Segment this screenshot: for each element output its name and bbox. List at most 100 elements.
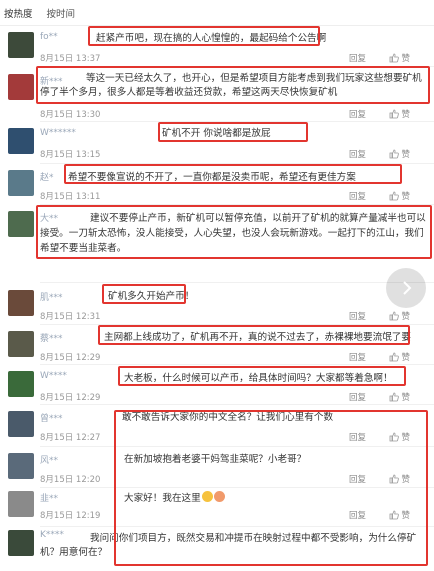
divider xyxy=(40,121,434,122)
divider xyxy=(40,526,434,527)
avatar[interactable] xyxy=(8,74,34,100)
avatar[interactable] xyxy=(8,453,34,479)
like-label: 赞 xyxy=(401,511,410,521)
comment-username[interactable]: 韭** xyxy=(40,491,58,504)
comment-text: 敢不敢告诉大家你的中文全名？让我们心里有个数 xyxy=(122,412,334,423)
comment-meta: 8月15日 12:27 回复 赞 xyxy=(40,431,426,443)
reply-button[interactable]: 回复 xyxy=(349,52,366,64)
like-button[interactable]: 赞 xyxy=(389,108,410,120)
divider xyxy=(40,66,434,67)
like-label: 赞 xyxy=(401,475,410,485)
comment-username[interactable]: 蔡*** xyxy=(40,331,63,344)
reply-button[interactable]: 回复 xyxy=(349,391,366,403)
comment-time: 8月15日 13:30 xyxy=(40,110,101,120)
comment-text: 主网都上线成功了，矿机再不开，真的说不过去了，赤裸裸地要流氓了要 xyxy=(104,332,411,343)
reply-button[interactable]: 回复 xyxy=(349,148,366,160)
comment-text: 大老板，什么时候可以产币，给具体时间吗？大家都等着急啊！ xyxy=(124,373,393,384)
thumbs-up-icon xyxy=(390,392,400,402)
like-button[interactable]: 赞 xyxy=(389,351,410,363)
comment-username[interactable]: 曾*** xyxy=(40,411,63,424)
comment-item: K**** 我问问你们项目方，既然交易和冲提币在映射过程中都不受影响，为什么停矿… xyxy=(0,528,434,568)
comment-meta: 8月15日 12:20 回复 赞 xyxy=(40,473,426,485)
thumbs-up-icon xyxy=(390,149,400,159)
comment-username[interactable]: fo** xyxy=(40,32,58,42)
thumbs-up-icon xyxy=(390,311,400,321)
comment-text: 建议不要停止产币，新矿机可以暂停充值，以前开了矿机的就算产量减半也可以接受。一刀… xyxy=(40,213,426,254)
divider xyxy=(40,364,434,365)
comment-time: 8月15日 12:19 xyxy=(40,511,101,521)
avatar[interactable] xyxy=(8,170,34,196)
comment-username[interactable]: W**** xyxy=(40,371,67,381)
comment-text: 在新加坡抱着老婆干妈驾韭菜呢？小老哥？ xyxy=(124,454,307,465)
avatar[interactable] xyxy=(8,411,34,437)
reply-button[interactable]: 回复 xyxy=(349,473,366,485)
tab-sort-time[interactable]: 按时间 xyxy=(47,6,76,20)
comment-time: 8月15日 12:29 xyxy=(40,393,101,403)
like-button[interactable]: 赞 xyxy=(389,473,410,485)
like-button[interactable]: 赞 xyxy=(389,509,410,521)
comment-meta: 8月15日 12:31 回复 赞 xyxy=(40,310,426,322)
comment-username[interactable]: W****** xyxy=(40,128,76,138)
divider xyxy=(40,487,434,488)
reply-button[interactable]: 回复 xyxy=(349,509,366,521)
comment-item: W**** 大老板，什么时候可以产币，给具体时间吗？大家都等着急啊！ 8月15日… xyxy=(0,367,434,403)
divider xyxy=(40,282,434,283)
like-button[interactable]: 赞 xyxy=(389,310,410,322)
reply-button[interactable]: 回复 xyxy=(349,190,366,202)
like-button[interactable]: 赞 xyxy=(389,431,410,443)
like-button[interactable]: 赞 xyxy=(389,148,410,160)
comment-username[interactable]: 肌*** xyxy=(40,290,63,303)
comment-time: 8月15日 13:15 xyxy=(40,150,101,160)
avatar[interactable] xyxy=(8,211,34,237)
avatar[interactable] xyxy=(8,371,34,397)
next-arrow-button[interactable] xyxy=(386,268,426,308)
comment-text: 赶紧产币吧，现在搞的人心惶惶的，最起码给个公告啊 xyxy=(96,33,327,44)
reply-button[interactable]: 回复 xyxy=(349,108,366,120)
comment-text: 矿机不开 你说啥都是放屁 xyxy=(162,128,271,139)
like-label: 赞 xyxy=(401,150,410,160)
like-label: 赞 xyxy=(401,192,410,202)
comment-item: W****** 矿机不开 你说啥都是放屁 8月15日 13:15 回复 赞 xyxy=(0,124,434,160)
comment-item: 风** 在新加坡抱着老婆干妈驾韭菜呢？小老哥？ 8月15日 12:20 回复 赞 xyxy=(0,449,434,485)
tab-sort-hot[interactable]: 按热度 xyxy=(4,6,33,20)
avatar[interactable] xyxy=(8,290,34,316)
comment-item: 韭** 大家好！我在这里 8月15日 12:19 回复 赞 xyxy=(0,489,434,523)
comment-time: 8月15日 12:27 xyxy=(40,433,101,443)
comment-time: 8月15日 13:37 xyxy=(40,54,101,64)
comment-text: 大家好！我在这里 xyxy=(124,491,426,506)
reply-button[interactable]: 回复 xyxy=(349,431,366,443)
like-button[interactable]: 赞 xyxy=(389,190,410,202)
comment-meta: 8月15日 13:15 回复 赞 xyxy=(40,148,426,160)
avatar[interactable] xyxy=(8,331,34,357)
comment-username[interactable]: 风** xyxy=(40,453,58,466)
comment-meta: 8月15日 12:19 回复 赞 xyxy=(40,509,426,521)
comment-item: fo** 赶紧产币吧，现在搞的人心惶惶的，最起码给个公告啊 8月15日 13:3… xyxy=(0,30,434,64)
comment-text-content: 大家好！我在这里 xyxy=(124,493,201,504)
like-label: 赞 xyxy=(401,312,410,322)
avatar[interactable] xyxy=(8,128,34,154)
like-label: 赞 xyxy=(401,393,410,403)
reply-button[interactable]: 回复 xyxy=(349,351,366,363)
reply-button[interactable]: 回复 xyxy=(349,310,366,322)
comment-meta: 8月15日 13:30 回复 赞 xyxy=(40,108,426,120)
sort-bar: 按热度 按时间 xyxy=(0,0,434,26)
thumbs-up-icon xyxy=(390,352,400,362)
comment-item: 肌*** 矿机多久开始产币！ 8月15日 12:31 回复 赞 xyxy=(0,286,434,322)
comment-item: 新*** 等这一天已经太久了，也开心，但是希望项目方能考虑到我们玩家这些想要矿机… xyxy=(0,70,434,120)
divider xyxy=(40,324,434,325)
like-button[interactable]: 赞 xyxy=(389,52,410,64)
comment-item: 蔡*** 主网都上线成功了，矿机再不开，真的说不过去了，赤裸裸地要流氓了要 8月… xyxy=(0,327,434,363)
avatar[interactable] xyxy=(8,491,34,517)
comment-meta: 8月15日 13:37 回复 赞 xyxy=(40,52,426,64)
like-button[interactable]: 赞 xyxy=(389,391,410,403)
comment-text: 矿机多久开始产币！ xyxy=(108,291,195,302)
avatar[interactable] xyxy=(8,32,34,58)
divider xyxy=(40,204,434,205)
comment-time: 8月15日 13:11 xyxy=(40,192,101,202)
comment-meta: 8月15日 12:29 回复 赞 xyxy=(40,351,426,363)
comment-meta: 8月15日 13:11 回复 赞 xyxy=(40,190,426,202)
avatar[interactable] xyxy=(8,530,34,556)
comment-username[interactable]: 赵* xyxy=(40,170,54,183)
thumbs-up-icon xyxy=(390,191,400,201)
comment-text: 希望不要像宣说的不开了，一直你都是没卖币呢，希望还有更佳方案 xyxy=(68,172,356,183)
